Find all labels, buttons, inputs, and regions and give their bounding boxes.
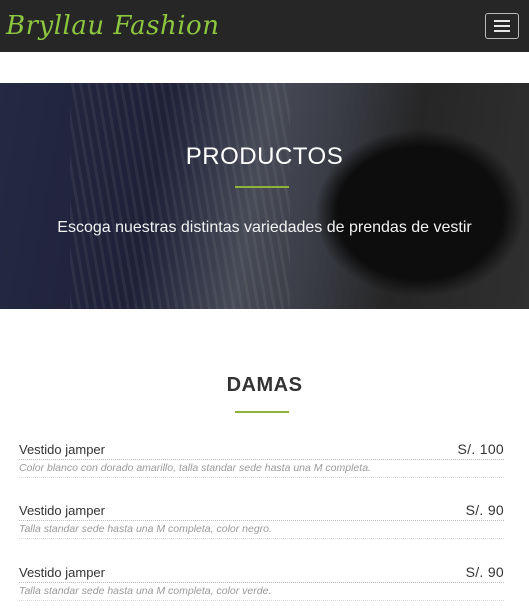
hero-divider	[235, 186, 289, 188]
product-item: Vestido jamper S/. 100 Color blanco con …	[19, 441, 504, 478]
product-description: Talla standar sede hasta una M completa,…	[19, 585, 504, 601]
hero-banner: PRODUCTOS Escoga nuestras distintas vari…	[0, 83, 529, 309]
hamburger-menu-icon-bar	[494, 30, 510, 32]
hamburger-menu-icon	[494, 20, 510, 22]
product-item-header: Vestido jamper S/. 100	[19, 441, 504, 460]
hero-overlay	[0, 83, 529, 309]
product-price: S/. 90	[465, 502, 504, 518]
product-name: Vestido jamper	[19, 442, 105, 457]
product-name: Vestido jamper	[19, 565, 105, 580]
product-price: S/. 100	[457, 441, 504, 457]
product-description: Talla standar sede hasta una M completa,…	[19, 523, 504, 539]
brand-logo[interactable]: Bryllau Fashion	[6, 11, 219, 41]
product-item: Vestido jamper S/. 90 Talla standar sede…	[19, 564, 504, 601]
section-title: DAMAS	[226, 374, 303, 396]
hero-subtitle: Escoga nuestras distintas variedades de …	[57, 219, 472, 236]
navbar: Bryllau Fashion	[0, 0, 529, 52]
product-description: Color blanco con dorado amarillo, talla …	[19, 462, 504, 478]
section-divider	[235, 411, 289, 413]
hamburger-menu-icon-bar	[494, 25, 510, 27]
product-item: Vestido jamper S/. 90 Talla standar sede…	[19, 502, 504, 539]
product-item-header: Vestido jamper S/. 90	[19, 502, 504, 521]
hero-title: PRODUCTOS	[185, 143, 344, 170]
product-price: S/. 90	[465, 564, 504, 580]
menu-toggle-button[interactable]	[485, 13, 519, 39]
product-name: Vestido jamper	[19, 503, 105, 518]
product-item-header: Vestido jamper S/. 90	[19, 564, 504, 583]
